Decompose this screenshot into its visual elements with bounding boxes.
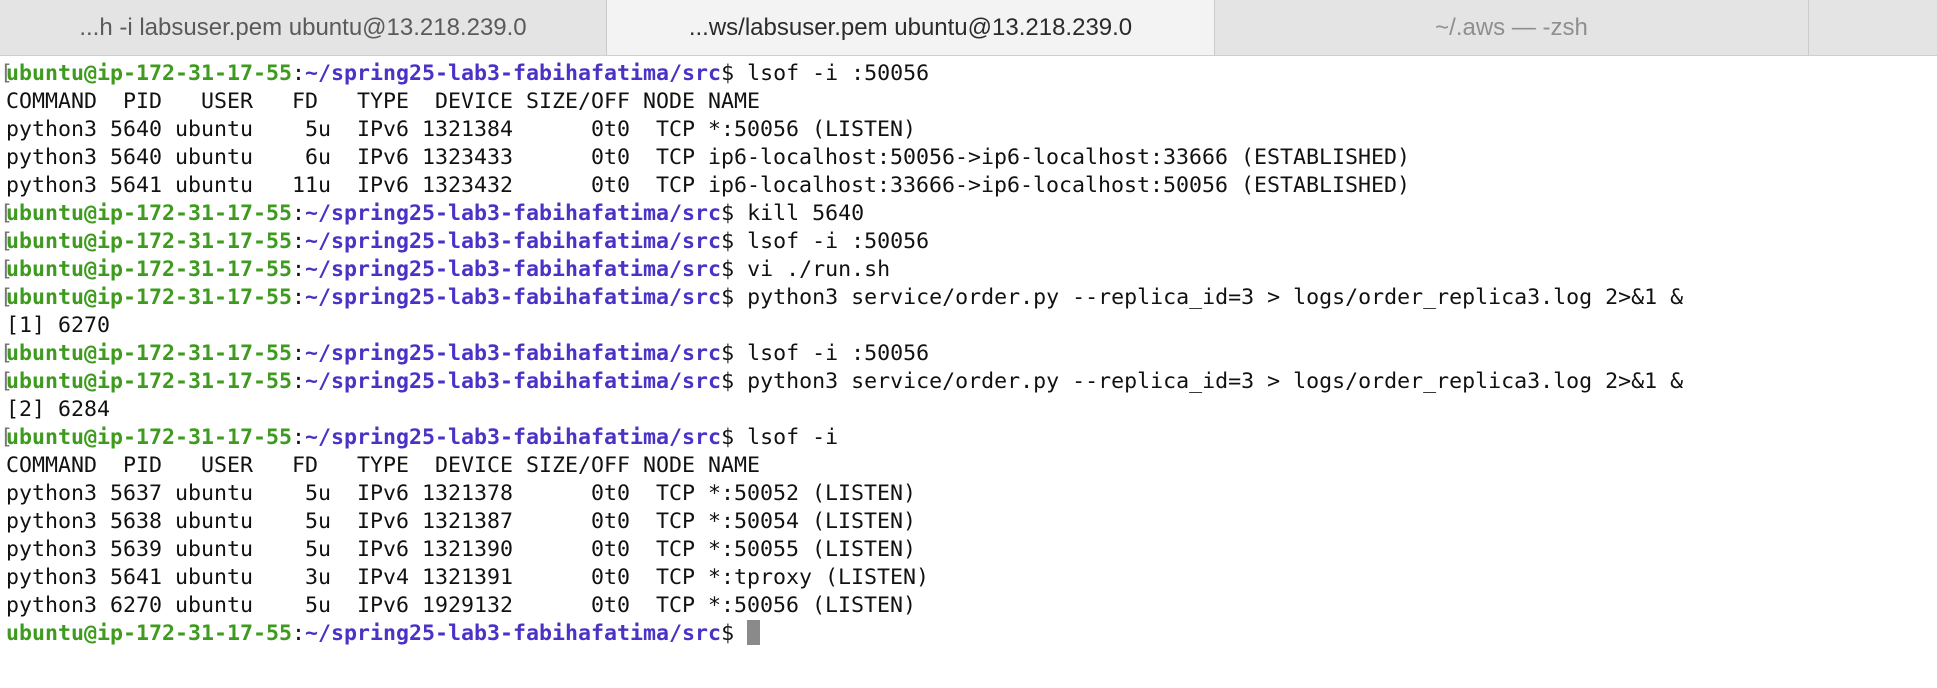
output-text: python3 5640 ubuntu 6u IPv6 1323433 0t0 … xyxy=(6,145,1411,170)
prompt-colon: : xyxy=(292,285,306,310)
prompt-user-host: ubuntu@ip-172-31-17-55 xyxy=(6,61,293,86)
prompt-line: [ubuntu@ip-172-31-17-55:~/spring25-lab3-… xyxy=(0,200,1937,228)
prompt-path: ~/spring25-lab3-fabihafatima/src xyxy=(305,621,722,646)
output-text: python3 5639 ubuntu 5u IPv6 1321390 0t0 … xyxy=(6,537,917,562)
prompt-line: [ubuntu@ip-172-31-17-55:~/spring25-lab3-… xyxy=(0,60,1937,88)
prompt-colon: : xyxy=(292,61,306,86)
prompt-colon: : xyxy=(292,621,306,646)
prompt-user-host: ubuntu@ip-172-31-17-55 xyxy=(6,369,293,394)
prompt-bracket: [ xyxy=(0,369,14,394)
prompt-path: ~/spring25-lab3-fabihafatima/src xyxy=(305,425,722,450)
output-text: [2] 6284 xyxy=(6,397,111,422)
tab-zsh-aws[interactable]: ~/.aws — -zsh xyxy=(1215,0,1809,55)
tab-ssh-session-1[interactable]: ...h -i labsuser.pem ubuntu@13.218.239.0 xyxy=(0,0,607,55)
command-text: lsof -i xyxy=(747,425,839,450)
prompt-dollar: $ xyxy=(721,621,748,646)
output-text: python3 5641 ubuntu 11u IPv6 1323432 0t0… xyxy=(6,173,1411,198)
output-text: COMMAND PID USER FD TYPE DEVICE SIZE/OFF… xyxy=(6,89,761,114)
prompt-bracket: [ xyxy=(0,285,14,310)
output-text: python3 5638 ubuntu 5u IPv6 1321387 0t0 … xyxy=(6,509,917,534)
prompt-path: ~/spring25-lab3-fabihafatima/src xyxy=(305,61,722,86)
prompt-dollar: $ xyxy=(721,369,748,394)
prompt-line: [ubuntu@ip-172-31-17-55:~/spring25-lab3-… xyxy=(0,228,1937,256)
prompt-dollar: $ xyxy=(721,285,748,310)
output-text: python3 5637 ubuntu 5u IPv6 1321378 0t0 … xyxy=(6,481,917,506)
output-line: python3 5641 ubuntu 3u IPv4 1321391 0t0 … xyxy=(6,564,1937,592)
tab-empty-slot[interactable] xyxy=(1809,0,1937,55)
output-text: python3 6270 ubuntu 5u IPv6 1929132 0t0 … xyxy=(6,593,917,618)
tab-bar: ...h -i labsuser.pem ubuntu@13.218.239.0… xyxy=(0,0,1937,56)
output-line: python3 5638 ubuntu 5u IPv6 1321387 0t0 … xyxy=(6,508,1937,536)
prompt-bracket: [ xyxy=(0,201,14,226)
prompt-colon: : xyxy=(292,341,306,366)
command-text: python3 service/order.py --replica_id=3 … xyxy=(747,285,1684,310)
prompt-colon: : xyxy=(292,369,306,394)
prompt-user-host: ubuntu@ip-172-31-17-55 xyxy=(6,201,293,226)
output-text: python3 5640 ubuntu 5u IPv6 1321384 0t0 … xyxy=(6,117,917,142)
output-text: [1] 6270 xyxy=(6,313,111,338)
prompt-line: [ubuntu@ip-172-31-17-55:~/spring25-lab3-… xyxy=(0,284,1937,312)
prompt-path: ~/spring25-lab3-fabihafatima/src xyxy=(305,201,722,226)
prompt-path: ~/spring25-lab3-fabihafatima/src xyxy=(305,257,722,282)
command-text: lsof -i :50056 xyxy=(747,61,930,86)
output-line: python3 5640 ubuntu 5u IPv6 1321384 0t0 … xyxy=(6,116,1937,144)
terminal-output[interactable]: [ubuntu@ip-172-31-17-55:~/spring25-lab3-… xyxy=(0,60,1937,688)
prompt-path: ~/spring25-lab3-fabihafatima/src xyxy=(305,285,722,310)
prompt-bracket: [ xyxy=(0,229,14,254)
output-text: python3 5641 ubuntu 3u IPv4 1321391 0t0 … xyxy=(6,565,930,590)
prompt-line: [ubuntu@ip-172-31-17-55:~/spring25-lab3-… xyxy=(0,368,1937,396)
output-line: COMMAND PID USER FD TYPE DEVICE SIZE/OFF… xyxy=(6,88,1937,116)
tab-ssh-session-2[interactable]: ...ws/labsuser.pem ubuntu@13.218.239.0 xyxy=(607,0,1215,55)
command-text: lsof -i :50056 xyxy=(747,341,930,366)
command-text: kill 5640 xyxy=(747,201,865,226)
prompt-user-host: ubuntu@ip-172-31-17-55 xyxy=(6,425,293,450)
output-line: python3 5640 ubuntu 6u IPv6 1323433 0t0 … xyxy=(6,144,1937,172)
terminal-cursor xyxy=(747,620,761,645)
output-line: python3 5641 ubuntu 11u IPv6 1323432 0t0… xyxy=(6,172,1937,200)
prompt-path: ~/spring25-lab3-fabihafatima/src xyxy=(305,369,722,394)
prompt-user-host: ubuntu@ip-172-31-17-55 xyxy=(6,621,293,646)
prompt-colon: : xyxy=(292,425,306,450)
prompt-dollar: $ xyxy=(721,201,748,226)
prompt-bracket: [ xyxy=(0,257,14,282)
prompt-line: ubuntu@ip-172-31-17-55:~/spring25-lab3-f… xyxy=(6,620,1937,648)
prompt-user-host: ubuntu@ip-172-31-17-55 xyxy=(6,257,293,282)
prompt-user-host: ubuntu@ip-172-31-17-55 xyxy=(6,285,293,310)
prompt-user-host: ubuntu@ip-172-31-17-55 xyxy=(6,341,293,366)
command-text: python3 service/order.py --replica_id=3 … xyxy=(747,369,1684,394)
output-line: [1] 6270 xyxy=(6,312,1937,340)
prompt-dollar: $ xyxy=(721,257,748,282)
output-line: python3 6270 ubuntu 5u IPv6 1929132 0t0 … xyxy=(6,592,1937,620)
prompt-colon: : xyxy=(292,229,306,254)
prompt-dollar: $ xyxy=(721,425,748,450)
output-line: python3 5637 ubuntu 5u IPv6 1321378 0t0 … xyxy=(6,480,1937,508)
output-line: python3 5639 ubuntu 5u IPv6 1321390 0t0 … xyxy=(6,536,1937,564)
prompt-colon: : xyxy=(292,201,306,226)
prompt-path: ~/spring25-lab3-fabihafatima/src xyxy=(305,341,722,366)
prompt-path: ~/spring25-lab3-fabihafatima/src xyxy=(305,229,722,254)
prompt-bracket: [ xyxy=(0,341,14,366)
prompt-line: [ubuntu@ip-172-31-17-55:~/spring25-lab3-… xyxy=(0,256,1937,284)
prompt-bracket: [ xyxy=(0,61,14,86)
command-text: lsof -i :50056 xyxy=(747,229,930,254)
prompt-colon: : xyxy=(292,257,306,282)
prompt-dollar: $ xyxy=(721,61,748,86)
prompt-dollar: $ xyxy=(721,341,748,366)
command-text: vi ./run.sh xyxy=(747,257,891,282)
output-line: COMMAND PID USER FD TYPE DEVICE SIZE/OFF… xyxy=(6,452,1937,480)
prompt-bracket: [ xyxy=(0,425,14,450)
prompt-dollar: $ xyxy=(721,229,748,254)
output-line: [2] 6284 xyxy=(6,396,1937,424)
prompt-user-host: ubuntu@ip-172-31-17-55 xyxy=(6,229,293,254)
prompt-line: [ubuntu@ip-172-31-17-55:~/spring25-lab3-… xyxy=(0,424,1937,452)
output-text: COMMAND PID USER FD TYPE DEVICE SIZE/OFF… xyxy=(6,453,761,478)
prompt-line: [ubuntu@ip-172-31-17-55:~/spring25-lab3-… xyxy=(0,340,1937,368)
